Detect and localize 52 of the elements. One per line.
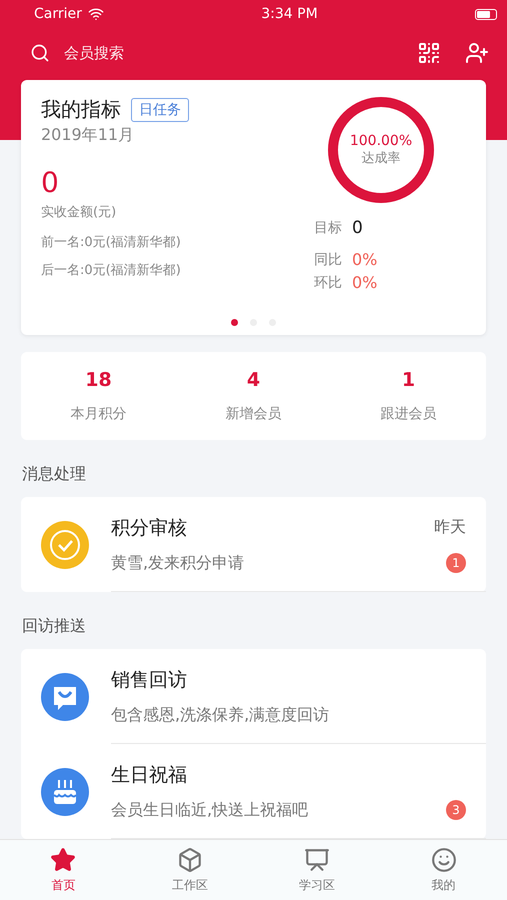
previous-rank: 前一名:0元(福清新华都) bbox=[41, 234, 182, 251]
count-badge: 1 bbox=[446, 553, 466, 573]
task-tag[interactable]: 日任务 bbox=[131, 98, 189, 122]
tab[interactable]: 首页 bbox=[0, 840, 127, 900]
item-title[interactable]: 销售回访 bbox=[111, 666, 187, 692]
goal-value: 0 bbox=[352, 218, 363, 238]
board-icon bbox=[304, 846, 330, 872]
stat-value: 1 bbox=[402, 369, 416, 391]
check-badge-icon bbox=[41, 520, 89, 568]
goal-label: 目标 bbox=[314, 219, 342, 237]
stat-label: 本月积分 bbox=[70, 405, 126, 423]
compare-label: 同比 bbox=[314, 250, 342, 268]
compare-value: 0% bbox=[352, 250, 378, 269]
qr-code-icon[interactable] bbox=[417, 41, 441, 65]
chat-icon bbox=[41, 672, 89, 720]
rate-label: 达成率 bbox=[362, 150, 400, 167]
count-badge: 3 bbox=[446, 800, 466, 820]
item-subtitle: 包含感恩,洗涤保养,满意度回访 bbox=[111, 704, 330, 726]
search-field[interactable]: 会员搜索 bbox=[64, 44, 403, 62]
stat-value: 18 bbox=[85, 369, 112, 391]
compare-value: 0% bbox=[352, 273, 378, 292]
section-title: 回访推送 bbox=[22, 616, 87, 637]
carrier-label: Carrier bbox=[34, 6, 82, 22]
section-title: 消息处理 bbox=[22, 464, 87, 485]
amount-label: 实收金额(元) bbox=[41, 204, 118, 221]
item-title[interactable]: 积分审核 bbox=[111, 514, 187, 540]
wifi-icon bbox=[88, 6, 104, 22]
tab[interactable]: 工作区 bbox=[126, 840, 254, 900]
battery-icon bbox=[475, 8, 497, 20]
status-time: 3:34 PM bbox=[261, 6, 318, 22]
star-icon bbox=[50, 846, 76, 872]
cube-icon bbox=[177, 846, 204, 872]
stat-label: 跟进会员 bbox=[380, 405, 436, 423]
stat-label: 新增会员 bbox=[226, 405, 282, 423]
item-time: 昨天 bbox=[434, 517, 466, 538]
tab[interactable]: 学习区 bbox=[254, 840, 380, 900]
next-rank: 后一名:0元(福清新华都) bbox=[41, 262, 182, 279]
card-title: 我的指标 bbox=[41, 96, 121, 123]
amount-value: 0 bbox=[41, 166, 60, 199]
rate-value: 100.00% bbox=[350, 133, 412, 149]
add-user-icon[interactable] bbox=[465, 41, 489, 65]
item-subtitle: 会员生日临近,快送上祝福吧 bbox=[111, 800, 308, 820]
tab[interactable]: 我的 bbox=[380, 840, 507, 900]
compare-label: 环比 bbox=[314, 274, 342, 292]
smile-icon bbox=[430, 846, 457, 872]
item-title[interactable]: 生日祝福 bbox=[111, 762, 187, 788]
cake-icon bbox=[41, 768, 89, 816]
month-label: 2019年11月 bbox=[41, 125, 136, 146]
page-dot[interactable] bbox=[231, 318, 238, 326]
item-subtitle: 黄雪,发来积分申请 bbox=[111, 552, 244, 574]
stat-value: 4 bbox=[246, 369, 260, 391]
search-icon[interactable] bbox=[30, 43, 50, 63]
